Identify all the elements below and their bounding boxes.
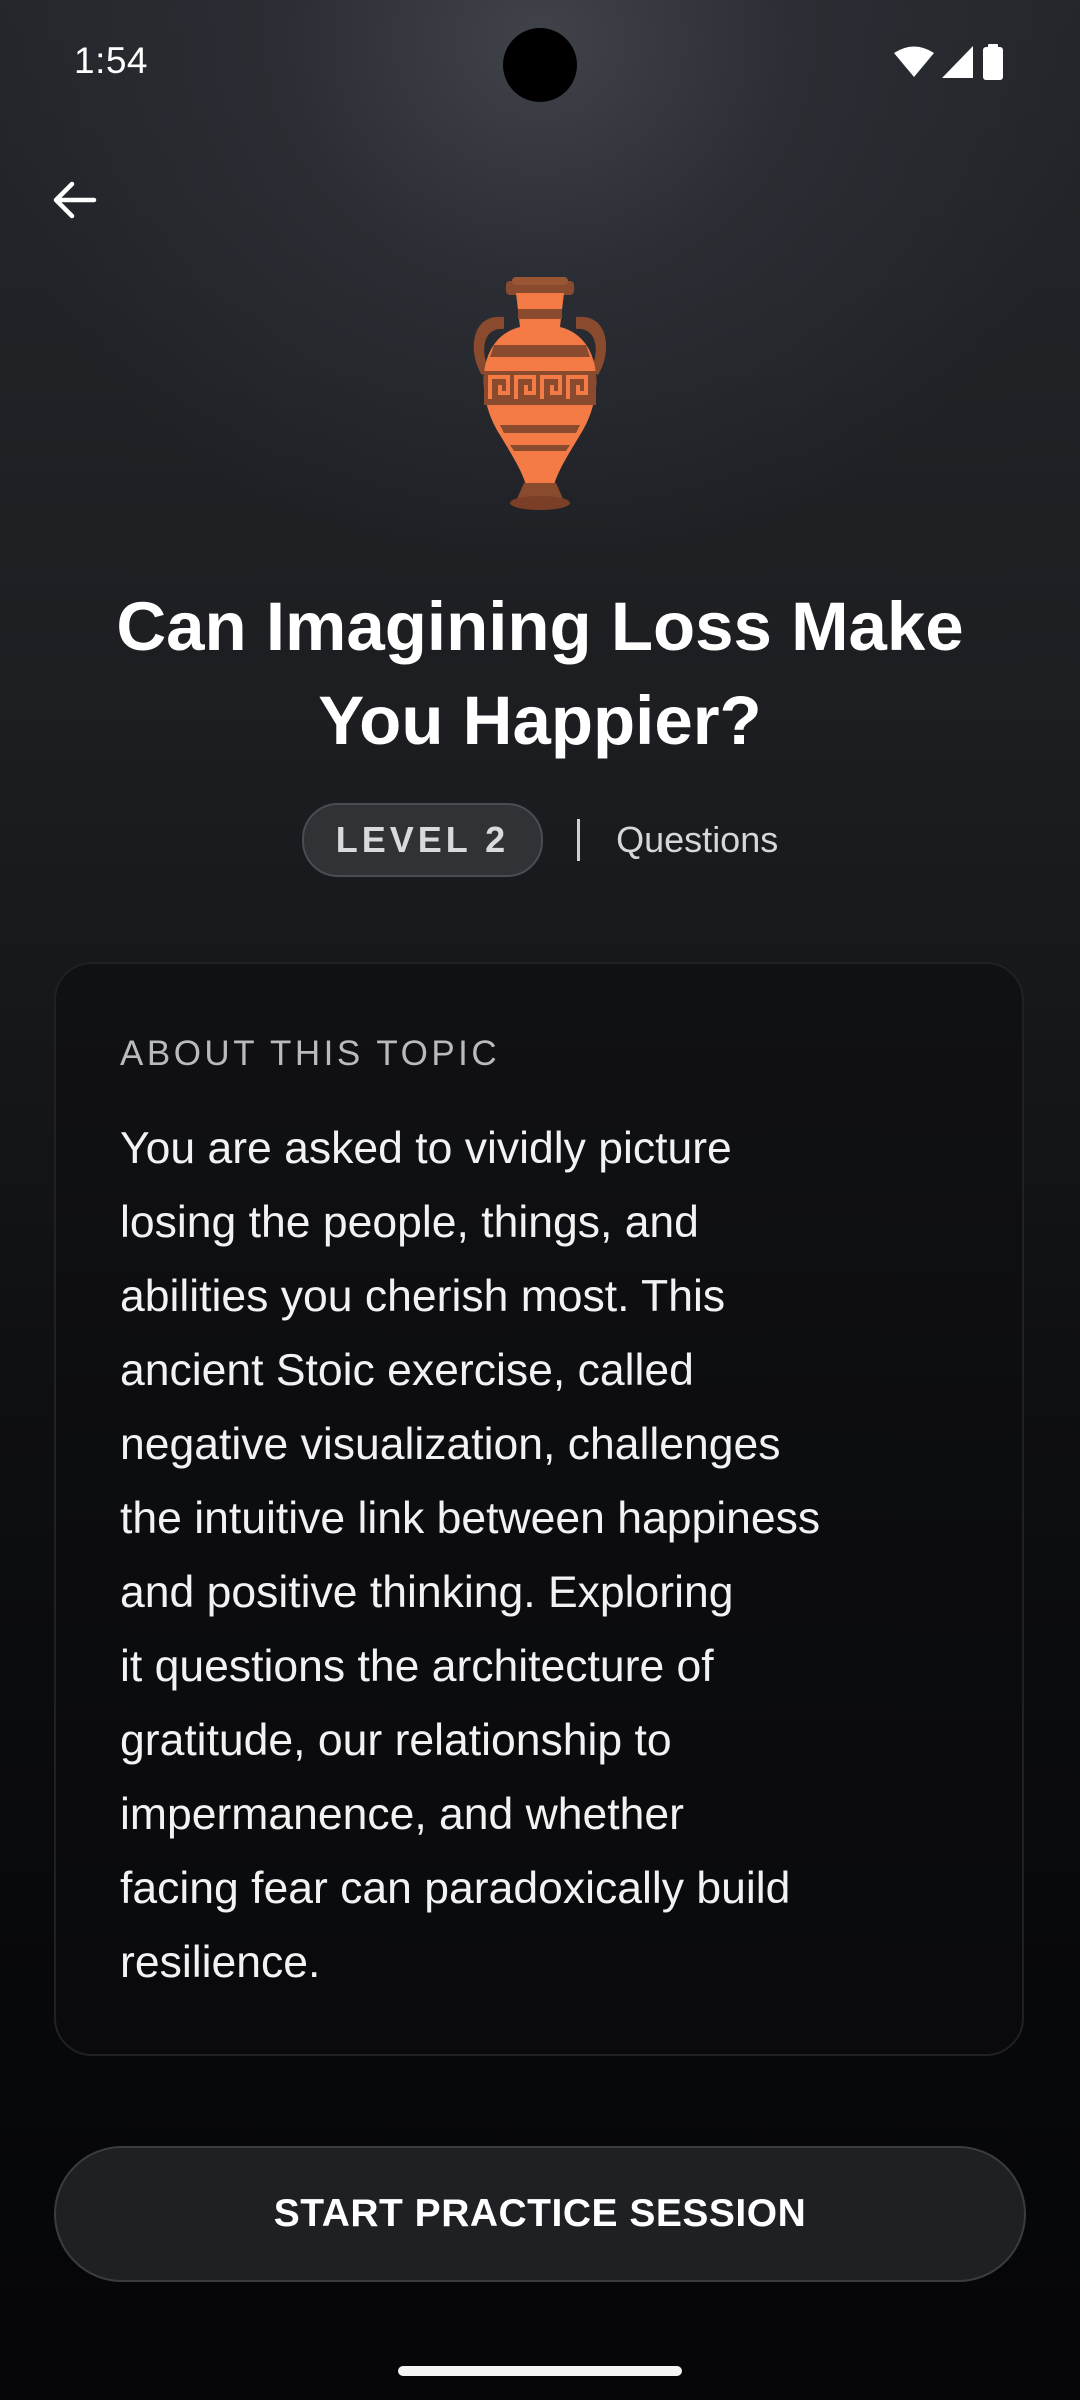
topic-detail-screen: 1:54 Can Imagining Loss Make You Happier…	[0, 0, 1080, 2400]
about-line: facing fear can paradoxically build	[120, 1864, 791, 1913]
about-line: impermanence, and whether	[120, 1790, 684, 1839]
status-icons	[894, 44, 1004, 80]
status-bar: 1:54	[0, 0, 1080, 130]
amphora-vase-icon	[473, 277, 607, 510]
topic-meta: LEVEL 2 Questions	[0, 802, 1080, 878]
level-badge: LEVEL 2	[301, 803, 544, 877]
camera-cutout	[503, 28, 577, 102]
about-line: and positive thinking. Exploring	[120, 1568, 734, 1617]
cellular-signal-icon	[942, 46, 973, 78]
about-line: the intuitive link between happiness	[120, 1494, 821, 1543]
about-line: gratitude, our relationship to	[120, 1716, 672, 1765]
topic-type-label: Questions	[616, 819, 779, 860]
back-button[interactable]	[44, 170, 104, 230]
status-time: 1:54	[74, 40, 149, 81]
about-body: You are asked to vividly picture losing …	[120, 1112, 970, 2000]
about-line: negative visualization, challenges	[120, 1420, 781, 1469]
about-card: ABOUT THIS TOPIC You are asked to vividl…	[54, 962, 1024, 2056]
wifi-icon	[894, 46, 934, 77]
start-practice-session-button[interactable]: START PRACTICE SESSION	[54, 2146, 1026, 2282]
about-heading: ABOUT THIS TOPIC	[120, 1034, 501, 1073]
arrow-left-icon	[53, 181, 97, 219]
about-line: losing the people, things, and	[120, 1198, 699, 1247]
about-line: You are asked to vividly picture	[120, 1124, 732, 1173]
meta-divider	[577, 819, 581, 861]
about-line: abilities you cherish most. This	[120, 1272, 726, 1321]
battery-icon	[983, 44, 1003, 80]
about-line: it questions the architecture of	[120, 1642, 714, 1691]
about-line: ancient Stoic exercise, called	[120, 1346, 694, 1395]
home-indicator[interactable]	[398, 2366, 682, 2376]
about-line: resilience.	[120, 1938, 321, 1987]
topic-title: Can Imagining Loss Make You Happier?	[116, 588, 964, 759]
